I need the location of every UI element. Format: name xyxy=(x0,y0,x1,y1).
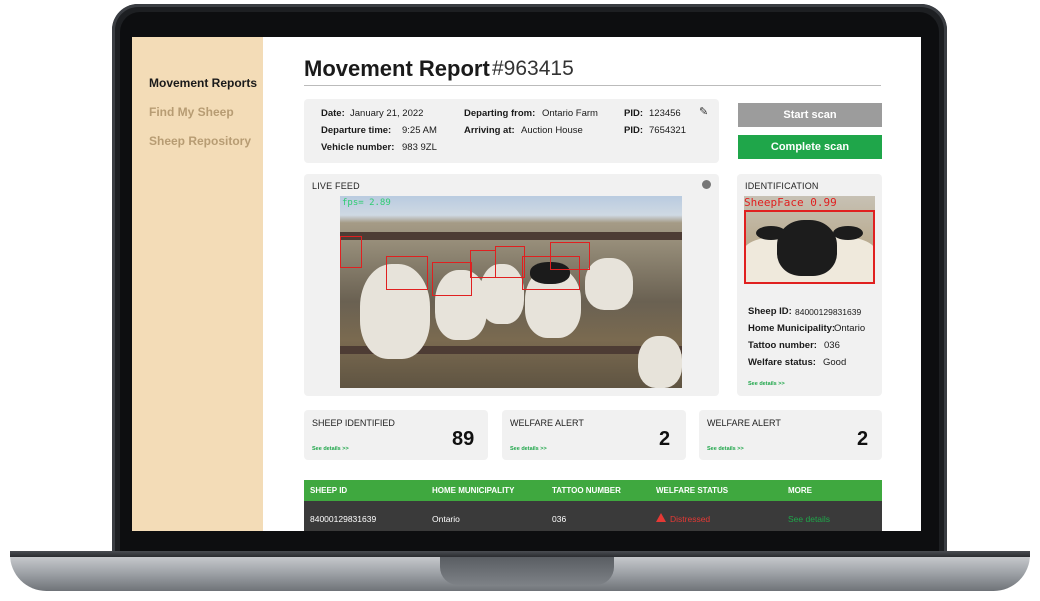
cell-welfare-status: Distressed xyxy=(670,514,711,524)
start-scan-button[interactable]: Start scan xyxy=(738,103,882,127)
municipality-value: Ontario xyxy=(834,323,866,334)
detection-box xyxy=(470,250,496,278)
departing-value: Ontario Farm xyxy=(542,108,598,119)
sheep xyxy=(638,336,682,388)
stat-see-details-link[interactable]: See details >> xyxy=(312,446,349,452)
pid-2-label: PID: xyxy=(624,125,643,136)
stat-value: 2 xyxy=(659,428,671,450)
stat-card-welfare-alert-2: WELFARE ALERT 2 See details >> xyxy=(699,410,882,460)
identification-title: IDENTIFICATION xyxy=(745,181,819,191)
column-header-more[interactable]: MORE xyxy=(788,486,812,495)
tattoo-value: 036 xyxy=(824,340,840,351)
departing-label: Departing from: xyxy=(464,108,536,119)
date-value: January 21, 2022 xyxy=(350,108,424,119)
detection-box xyxy=(340,236,362,268)
vehicle-value: 983 9ZL xyxy=(402,142,437,153)
detection-box xyxy=(432,262,472,296)
departure-time-label: Departure time: xyxy=(321,125,392,136)
stat-value: 2 xyxy=(857,428,869,450)
stat-value: 89 xyxy=(452,428,475,450)
sidebar-item-movement-reports[interactable]: Movement Reports xyxy=(149,76,257,90)
sidebar-item-sheep-repository[interactable]: Sheep Repository xyxy=(149,134,251,148)
cell-tattoo: 036 xyxy=(552,514,567,524)
vehicle-label: Vehicle number: xyxy=(321,142,395,153)
tattoo-label: Tattoo number: xyxy=(748,340,817,351)
detection-box xyxy=(386,256,428,290)
stat-see-details-link[interactable]: See details >> xyxy=(510,446,547,452)
page-title: Movement Report xyxy=(304,56,490,81)
sheep-id-value: 84000129831639 xyxy=(795,307,862,317)
pid-1-label: PID: xyxy=(624,108,643,119)
table-row[interactable]: 84000129831639 Ontario 036 Distressed Se… xyxy=(304,501,882,531)
trip-info-card: Date: January 21, 2022 Departure time: 9… xyxy=(304,99,719,163)
warning-icon xyxy=(656,513,666,522)
cell-municipality: Ontario xyxy=(432,514,460,524)
date-label: Date: xyxy=(321,108,345,119)
detection-box xyxy=(550,242,590,270)
sidebar-item-find-my-sheep[interactable]: Find My Sheep xyxy=(149,105,234,119)
stat-title: WELFARE ALERT xyxy=(707,418,781,428)
identification-card: IDENTIFICATION SheepFace 0.99 Sheep ID: … xyxy=(737,174,882,396)
screen-chin xyxy=(120,531,939,551)
report-id: #963415 xyxy=(492,57,574,80)
stat-card-sheep-identified: SHEEP IDENTIFIED 89 See details >> xyxy=(304,410,488,460)
arriving-label: Arriving at: xyxy=(464,125,515,136)
column-header-welfare-status[interactable]: WELFARE STATUS xyxy=(656,486,728,495)
stat-see-details-link[interactable]: See details >> xyxy=(707,446,744,452)
settings-gear-icon[interactable] xyxy=(702,180,711,189)
fps-readout: fps= 2.89 xyxy=(342,198,391,208)
column-header-sheep-id[interactable]: SHEEP ID xyxy=(310,486,347,495)
cell-see-details-link[interactable]: See details xyxy=(788,514,830,524)
welfare-label: Welfare status: xyxy=(748,357,816,368)
arriving-value: Auction House xyxy=(521,125,583,136)
sidebar: Movement Reports Find My Sheep Sheep Rep… xyxy=(132,37,263,531)
identification-see-details-link[interactable]: See details >> xyxy=(748,381,785,387)
face-detection-box xyxy=(744,210,875,284)
column-header-home-municipality[interactable]: HOME MUNICIPALITY xyxy=(432,486,515,495)
edit-pencil-icon[interactable]: ✎ xyxy=(699,105,708,118)
welfare-value: Good xyxy=(823,357,847,368)
stat-card-welfare-alert: WELFARE ALERT 2 See details >> xyxy=(502,410,686,460)
laptop-notch xyxy=(440,557,614,585)
complete-scan-button[interactable]: Complete scan xyxy=(738,135,882,159)
detection-label: SheepFace 0.99 xyxy=(744,196,837,209)
cell-sheep-id: 84000129831639 xyxy=(310,514,377,524)
sheep xyxy=(585,258,633,310)
pid-2-value: 7654321 xyxy=(649,125,686,136)
municipality-label: Home Municipality: xyxy=(748,323,836,334)
sheep-id-label: Sheep ID: xyxy=(748,306,792,317)
sheep-face-image: SheepFace 0.99 xyxy=(744,196,875,284)
live-feed-card: LIVE FEED fps= 2.89 xyxy=(304,174,719,396)
live-feed-video: fps= 2.89 xyxy=(340,196,682,388)
stat-title: WELFARE ALERT xyxy=(510,418,584,428)
departure-time-value: 9:25 AM xyxy=(402,125,437,136)
column-header-tattoo-number[interactable]: TATTOO NUMBER xyxy=(552,486,621,495)
app-screen: Movement Reports Find My Sheep Sheep Rep… xyxy=(132,37,921,531)
fence-rail xyxy=(340,232,682,240)
detection-box xyxy=(495,246,525,278)
pid-1-value: 123456 xyxy=(649,108,681,119)
title-divider xyxy=(304,85,881,86)
sheep-table-header: SHEEP ID HOME MUNICIPALITY TATTOO NUMBER… xyxy=(304,480,882,501)
stat-title: SHEEP IDENTIFIED xyxy=(312,418,395,428)
live-feed-title: LIVE FEED xyxy=(312,181,360,191)
